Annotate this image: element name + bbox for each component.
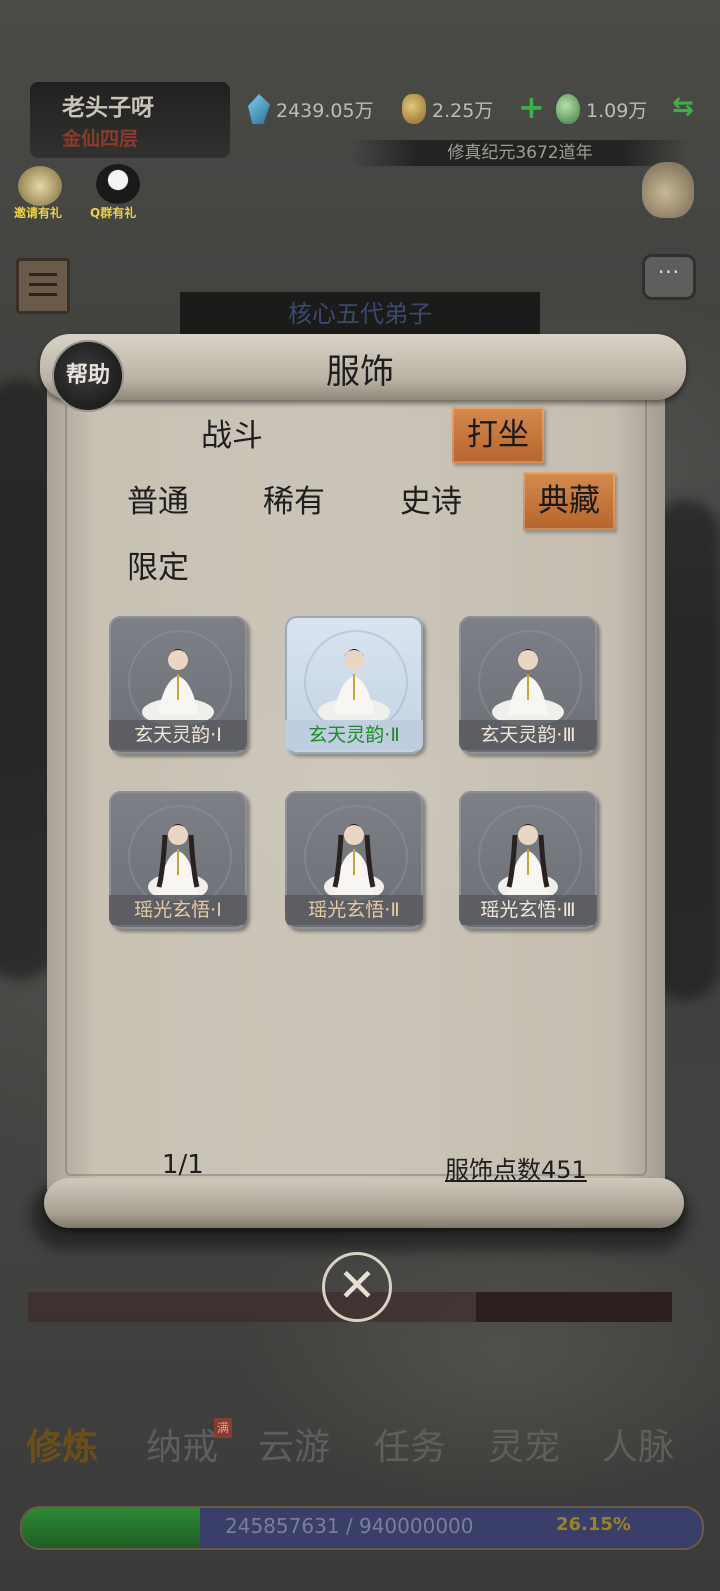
nav-item[interactable]: 任务 (374, 1418, 446, 1470)
costume-card[interactable]: 玄天灵韵·Ⅲ (459, 616, 597, 754)
experience-percent: 26.15% (556, 1514, 631, 1535)
costume-card[interactable]: 瑶光玄悟·Ⅱ (285, 791, 423, 929)
tab-rare[interactable]: 稀有 (254, 480, 334, 524)
inventory-full-badge: 满 (214, 1418, 232, 1438)
tab-battle[interactable]: 战斗 (192, 414, 272, 458)
treasure-bag-icon[interactable] (642, 162, 694, 218)
resource-spirit-stone: 2439.05万 (248, 92, 374, 126)
tab-epic[interactable]: 史诗 (391, 480, 471, 524)
nav-item[interactable]: 云游 (258, 1418, 330, 1470)
gold-pouch-icon (402, 94, 426, 124)
tab-common[interactable]: 普通 (118, 480, 198, 524)
nav-item[interactable]: 修炼 (26, 1418, 98, 1470)
costume-name: 瑶光玄悟·Ⅲ (459, 895, 597, 925)
nav-item[interactable]: 灵宠 (488, 1418, 560, 1470)
costume-card[interactable]: 瑶光玄悟·Ⅲ (459, 791, 597, 929)
invite-reward-icon[interactable] (18, 166, 62, 206)
disciple-banner: 核心五代弟子 (180, 292, 540, 336)
experience-fill (22, 1508, 200, 1548)
costume-name: 玄天灵韵·Ⅰ (109, 720, 247, 750)
close-circle-icon[interactable]: ✕ (322, 1252, 392, 1322)
resource-value: 1.09万 (586, 99, 648, 122)
qq-group-label[interactable]: Q群有礼 (90, 204, 136, 221)
resource-value: 2.25万 (432, 99, 494, 122)
era-label: 修真纪元3672道年 (350, 140, 690, 166)
costume-name: 瑶光玄悟·Ⅱ (285, 895, 423, 925)
scroll-bottom-roll (44, 1178, 684, 1228)
nav-item[interactable]: 纳戒 (146, 1418, 218, 1470)
costume-card[interactable]: 玄天灵韵·Ⅱ (285, 616, 423, 754)
resource-jade: 1.09万 (556, 92, 647, 126)
costume-name: 瑶光玄悟·Ⅰ (109, 895, 247, 925)
player-name: 老头子呀 (62, 95, 154, 121)
spirit-stone-icon (248, 94, 270, 124)
page-indicator: 1/1 (162, 1150, 204, 1180)
tab-collection[interactable]: 典藏 (523, 472, 615, 530)
dialog-title: 服饰 (326, 352, 394, 392)
add-currency-button[interactable]: + (518, 88, 545, 126)
background-progress-segment (476, 1292, 672, 1322)
resource-value: 2439.05万 (276, 99, 374, 122)
nav-item[interactable]: 人脉 (602, 1418, 674, 1470)
player-rank: 金仙四层 (62, 128, 139, 150)
exchange-icon[interactable]: ⇆ (672, 92, 694, 122)
costume-name: 玄天灵韵·Ⅲ (459, 720, 597, 750)
qq-group-icon[interactable] (96, 164, 140, 204)
costume-card[interactable]: 玄天灵韵·Ⅰ (109, 616, 247, 754)
tab-limited[interactable]: 限定 (118, 546, 198, 590)
tab-meditate[interactable]: 打坐 (452, 407, 544, 463)
experience-text: 245857631 / 940000000 (225, 1514, 474, 1538)
costume-card[interactable]: 瑶光玄悟·Ⅰ (109, 791, 247, 929)
costume-name: 玄天灵韵·Ⅱ (285, 720, 423, 750)
jade-gourd-icon (556, 94, 580, 124)
document-icon[interactable] (16, 258, 70, 314)
costume-points-link[interactable]: 服饰点数451 (445, 1150, 587, 1185)
help-button[interactable]: 帮助 (52, 340, 124, 412)
invite-reward-label[interactable]: 邀请有礼 (14, 204, 62, 221)
chat-icon[interactable]: ··· (642, 254, 696, 300)
resource-gold: 2.25万 (402, 92, 493, 126)
